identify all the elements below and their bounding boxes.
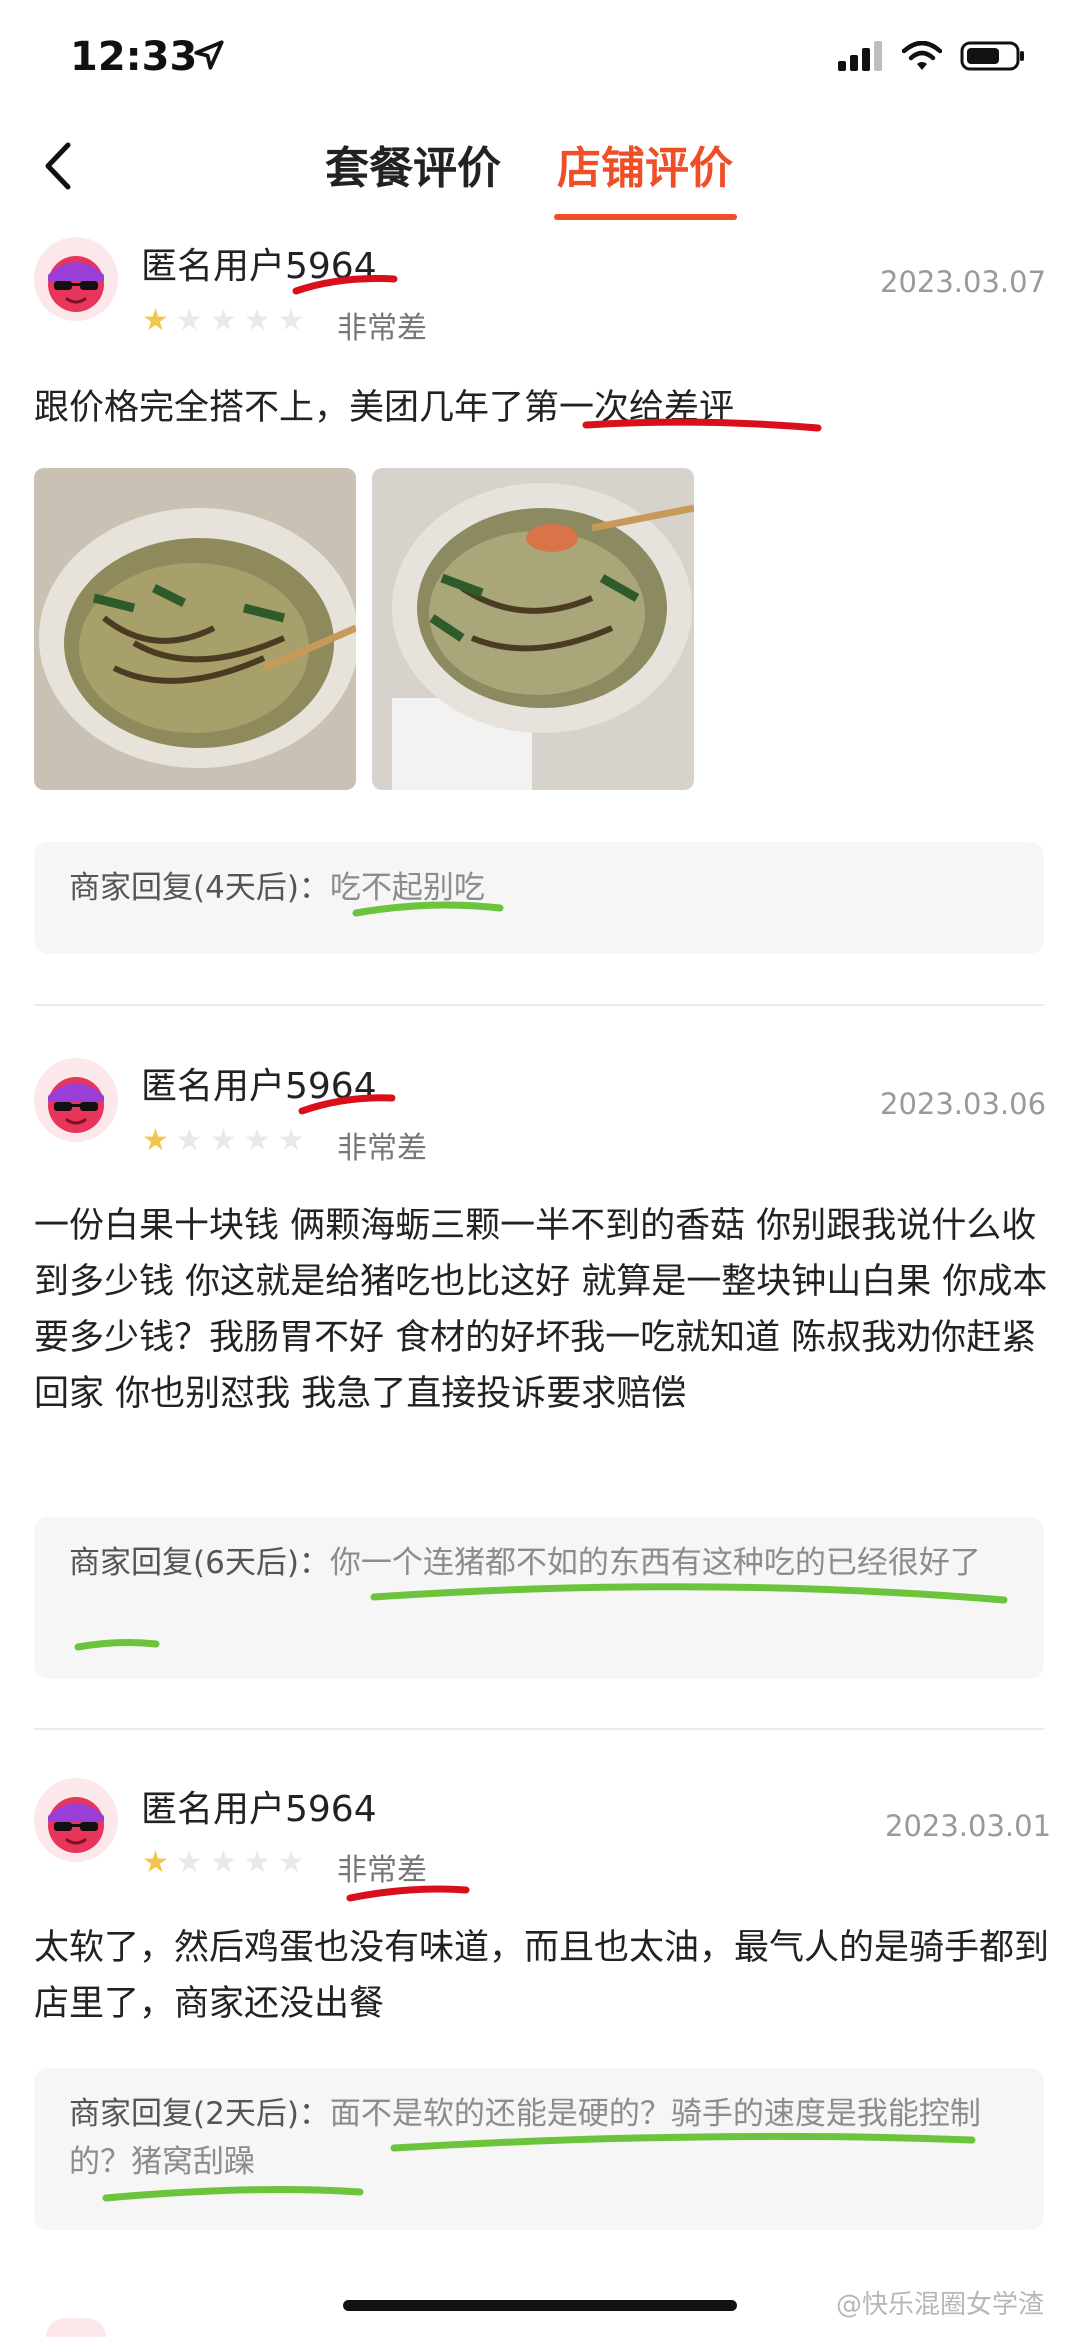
green-underline-mark [102,2186,364,2202]
red-underline-mark [582,418,822,432]
red-underline-mark [292,275,398,295]
red-underline-mark [346,1885,470,1902]
red-underline-mark [298,1094,396,1115]
home-indicator[interactable] [343,2300,737,2311]
annotation-strokes [74,275,1008,2202]
green-underline-mark [370,1583,1008,1604]
green-underline-mark [74,1639,160,1651]
green-underline-mark [352,901,504,917]
green-underline-mark [390,2132,976,2152]
avatar [46,2318,106,2337]
watermark: @快乐混圈女学渣 [835,2290,1044,2320]
